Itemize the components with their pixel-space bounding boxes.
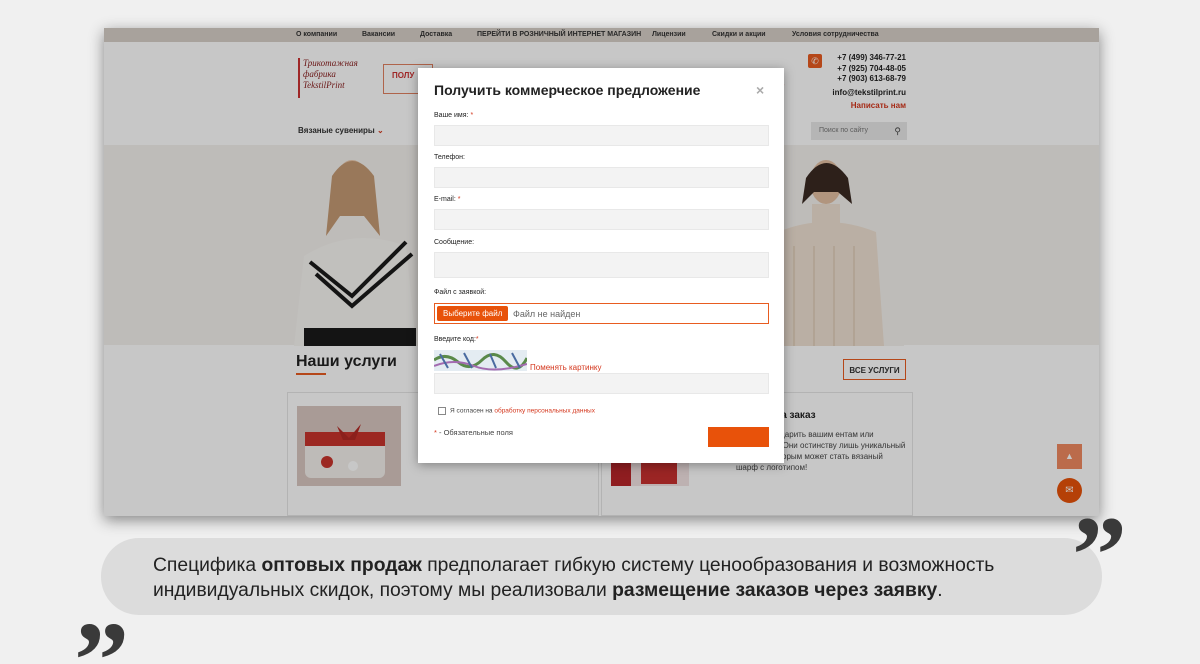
name-label: Ваше имя: * [434,112,474,119]
required-fields-note: * - Обязательные поля [434,428,513,437]
consent-checkbox[interactable]: Я согласен на обработку персональных дан… [438,407,595,415]
message-textarea[interactable] [434,252,769,278]
captcha-field[interactable] [434,373,769,394]
captcha-label: Введите код:* [434,336,479,343]
email-label: E-mail: * [434,196,461,203]
choose-file-button[interactable]: Выберите файл [437,306,509,321]
phone-label: Телефон: [434,154,465,161]
name-field[interactable] [434,125,769,146]
message-label: Сообщение: [434,239,475,246]
quote-open-icon: „ [75,542,130,664]
commercial-offer-modal: Получить коммерческое предложение × Ваше… [418,68,784,463]
file-label: Файл с заявкой: [434,289,487,296]
change-captcha-link[interactable]: Поменять картинку [530,363,602,372]
checkbox[interactable] [438,407,446,415]
website-screenshot: О компании Вакансии Доставка ПЕРЕЙТИ В Р… [104,28,1099,516]
email-field[interactable] [434,209,769,230]
captcha-image [434,350,527,371]
quote-close-icon: ” [1072,494,1127,616]
phone-field[interactable] [434,167,769,188]
modal-title: Получить коммерческое предложение [434,82,701,98]
privacy-link[interactable]: обработку персональных данных [494,408,595,415]
submit-button[interactable] [708,427,769,447]
file-input[interactable]: Выберите файл Файл не найден [434,303,769,324]
quote-text: Специфика оптовых продаж предполагает ги… [153,555,995,601]
close-icon[interactable]: × [756,82,764,98]
file-status: Файл не найден [513,309,581,319]
